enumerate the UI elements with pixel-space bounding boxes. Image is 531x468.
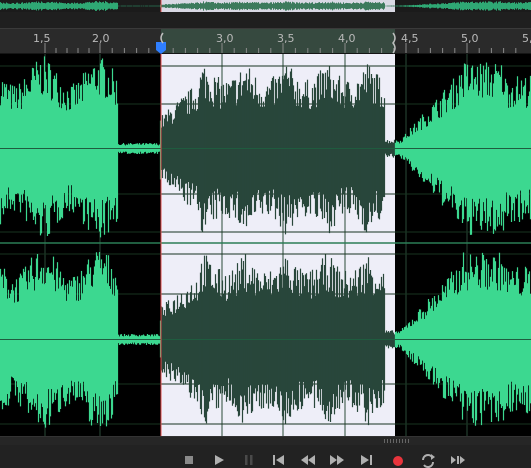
skip-to-start-button[interactable] <box>266 451 288 468</box>
transport-bar <box>0 436 531 468</box>
skip-to-end-button[interactable] <box>356 451 378 468</box>
record-button[interactable] <box>387 451 409 468</box>
waveform-display[interactable] <box>0 54 531 436</box>
panel-resize-grip[interactable] <box>384 439 410 443</box>
loop-button[interactable] <box>417 451 439 468</box>
play-button[interactable] <box>207 451 229 468</box>
horizontal-scrollbar[interactable] <box>0 437 531 445</box>
overview-svg <box>0 0 531 12</box>
ruler-label: 1,5 <box>33 32 51 45</box>
ruler-label: 5, <box>522 32 531 45</box>
loop-icon <box>422 454 435 468</box>
skip-selection-icon <box>451 456 465 464</box>
ruler-label: 3,5 <box>277 32 295 45</box>
overview-waveform[interactable] <box>0 0 531 28</box>
ruler-label: 5,0 <box>461 32 479 45</box>
ruler-label: 2,0 <box>92 32 110 45</box>
skip-selection-button[interactable] <box>447 451 469 468</box>
ruler-label: 4,0 <box>338 32 356 45</box>
waveform-editor[interactable] <box>0 54 531 436</box>
skip-back-icon <box>273 455 284 465</box>
time-ruler[interactable]: 1,5 2,0 3,0 3,5 4,0 4,5 5,0 5, <box>0 28 531 54</box>
fast-forward-icon <box>330 455 344 465</box>
pause-button[interactable] <box>237 451 259 468</box>
ruler-label: 4,5 <box>401 32 419 45</box>
skip-forward-icon <box>361 455 372 465</box>
rewind-button[interactable] <box>296 451 318 468</box>
pause-icon <box>245 455 253 465</box>
record-icon <box>393 456 403 466</box>
ruler-ticks <box>44 43 517 53</box>
rewind-icon <box>301 455 315 465</box>
stop-icon <box>185 456 193 464</box>
stop-button[interactable] <box>177 451 199 468</box>
play-icon <box>215 455 224 465</box>
ruler-label: 3,0 <box>216 32 234 45</box>
fast-forward-button[interactable] <box>326 451 348 468</box>
